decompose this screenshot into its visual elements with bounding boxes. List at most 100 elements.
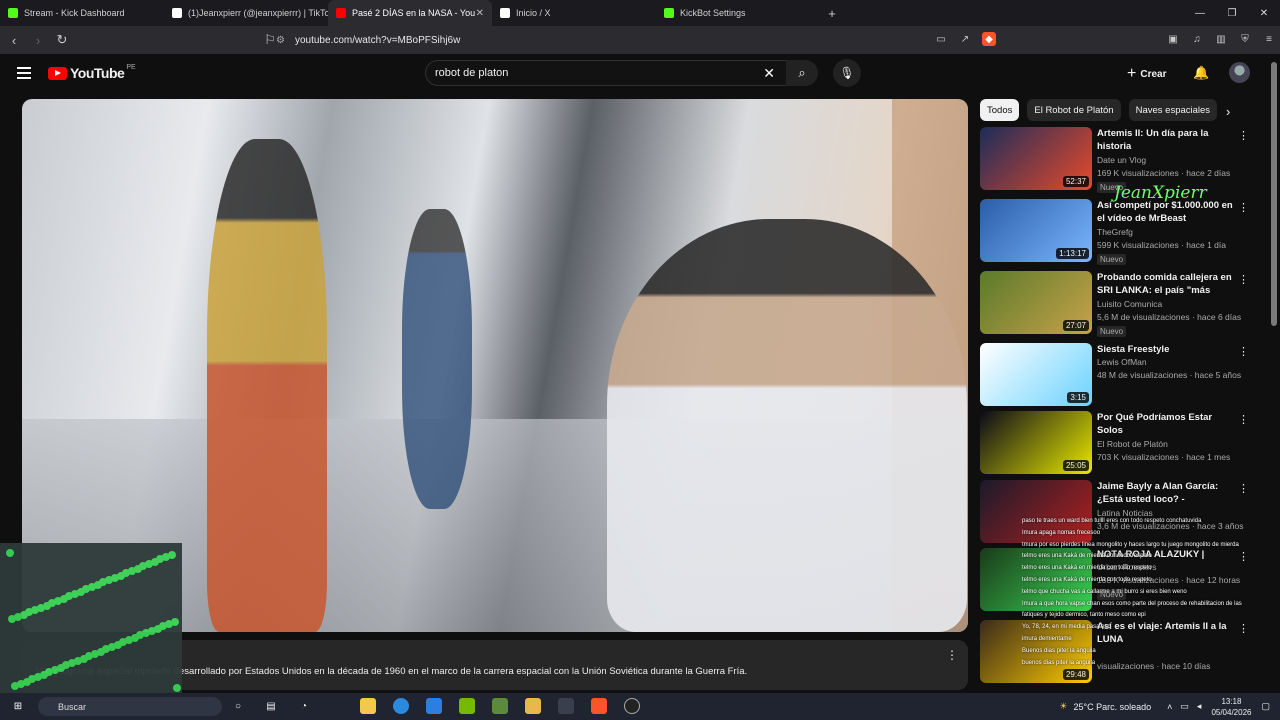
map-marker-icon xyxy=(62,661,70,669)
mail-icon[interactable] xyxy=(426,698,442,714)
youtube-logo[interactable]: YouTube PE xyxy=(48,63,136,81)
restore-button[interactable]: ❐ xyxy=(1216,0,1248,26)
more-options-icon[interactable]: ⋮ xyxy=(1238,273,1249,286)
browser-tab[interactable]: KickBot Settings xyxy=(656,0,820,26)
nvidia-icon[interactable] xyxy=(459,698,475,714)
more-options-icon[interactable]: ⋮ xyxy=(1238,129,1249,142)
sidebar-icon[interactable]: ▥ xyxy=(1214,32,1228,46)
vpn-icon[interactable]: ⛨ xyxy=(1238,32,1252,46)
store-icon[interactable] xyxy=(360,698,376,714)
browser-tab[interactable]: Inicio / X xyxy=(492,0,656,26)
media-icon[interactable]: ♫ xyxy=(1190,32,1204,46)
map-marker-icon xyxy=(25,608,33,616)
voice-search-button[interactable]: 🎙 xyxy=(833,59,861,87)
video-frame-person xyxy=(402,209,472,509)
kick-icon[interactable] xyxy=(558,698,574,714)
video-thumbnail[interactable]: 3:15 xyxy=(980,343,1092,406)
scrollbar[interactable] xyxy=(1271,62,1277,326)
new-tab-button[interactable]: + xyxy=(822,6,842,21)
brave-shield-icon[interactable]: ◆ xyxy=(982,32,996,46)
clear-search-icon[interactable]: ✕ xyxy=(763,65,775,82)
filter-chip[interactable]: Naves espaciales xyxy=(1128,99,1218,121)
search-input[interactable]: robot de platon ✕ xyxy=(425,60,788,86)
url-field[interactable]: ⚙ youtube.com/watch?v=MBoPFSihj6w xyxy=(276,29,1196,51)
browser-tab[interactable]: Pasé 2 DÍAS en la NASA - You ✕ xyxy=(328,0,492,26)
map-marker-icon xyxy=(45,668,53,676)
chips-next-icon[interactable]: › xyxy=(1226,104,1230,119)
more-options-icon[interactable]: ⋮ xyxy=(1238,201,1249,214)
tab-label: (1)Jeanxpierr (@jeanxpierrr) | TikTok xyxy=(188,8,328,18)
video-meta: 5,6 M de visualizaciones · hace 6 días xyxy=(1097,312,1242,322)
filter-chips: Todos El Robot de Platón Naves espaciales xyxy=(980,99,1246,121)
browser-tab[interactable]: (1)Jeanxpierr (@jeanxpierrr) | TikTok xyxy=(164,0,328,26)
country-code: PE xyxy=(126,63,136,71)
folder-icon[interactable] xyxy=(525,698,541,714)
video-title[interactable]: Probando comida callejera en SRI LANKA: … xyxy=(1097,271,1233,297)
volume-icon[interactable]: ◂ xyxy=(1197,701,1202,712)
clock[interactable]: 13:18 05/04/2026 xyxy=(1211,696,1251,718)
taskbar-search-input[interactable]: Buscar xyxy=(38,697,222,716)
channel-name[interactable]: Date un Vlog xyxy=(1097,155,1146,165)
url-text: youtube.com/watch?v=MBoPFSihj6w xyxy=(294,34,461,46)
recommendation-item[interactable]: 52:37 Artemis II: Un día para la historia… xyxy=(980,127,1249,193)
channel-name[interactable]: TheGrefg xyxy=(1097,227,1133,237)
close-window-button[interactable]: ✕ xyxy=(1248,0,1280,26)
video-title[interactable]: Artemis II: Un día para la historia xyxy=(1097,127,1233,153)
network-icon[interactable]: ▭ xyxy=(1180,701,1189,712)
more-options-icon[interactable]: ⋮ xyxy=(1238,345,1249,358)
obs-icon[interactable] xyxy=(624,698,640,714)
video-title[interactable]: Jaime Bayly a Alan García: ¿Está usted l… xyxy=(1097,480,1233,506)
recommendation-item[interactable]: 27:07 Probando comida callejera en SRI LA… xyxy=(980,271,1249,337)
forward-button[interactable]: › xyxy=(28,30,48,50)
filter-chip[interactable]: El Robot de Platón xyxy=(1027,99,1121,121)
notification-center-icon[interactable]: ▢ xyxy=(1261,701,1270,712)
filter-chip[interactable]: Todos xyxy=(980,99,1020,121)
cortana-icon[interactable]: ○ xyxy=(230,698,246,714)
video-title[interactable]: Siesta Freestyle xyxy=(1097,343,1233,356)
edge-icon[interactable] xyxy=(393,698,409,714)
close-tab-icon[interactable]: ✕ xyxy=(476,8,484,19)
tray-chevron-icon[interactable]: ˄ xyxy=(1167,702,1172,712)
hamburger-menu-icon[interactable] xyxy=(17,67,31,82)
clock-date: 05/04/2026 xyxy=(1211,707,1252,717)
site-info-icon[interactable]: ⚙ xyxy=(276,35,285,46)
minecraft-icon[interactable] xyxy=(492,698,508,714)
search-button[interactable]: ⌕ xyxy=(786,60,818,86)
chat-message: Yo, 78, 24, en mi media pasa eso xyxy=(1022,624,1111,631)
browser-tab[interactable]: Stream - Kick Dashboard xyxy=(0,0,164,26)
notifications-bell-icon[interactable]: 🔔 xyxy=(1193,65,1209,81)
reload-button[interactable]: ↻ xyxy=(52,30,72,50)
menu-icon[interactable]: ≡ xyxy=(1262,32,1276,46)
share-icon[interactable]: ↗ xyxy=(958,32,972,46)
create-button[interactable]: + Crear xyxy=(1127,63,1166,85)
video-thumbnail[interactable]: 52:37 xyxy=(980,127,1092,190)
windows-start-icon[interactable]: ⊞ xyxy=(10,699,26,715)
video-thumbnail[interactable]: 27:07 xyxy=(980,271,1092,334)
wallet-icon[interactable]: ▣ xyxy=(1166,32,1180,46)
recommendation-item[interactable]: 3:15 Siesta Freestyle Lewis OfMan 48 M de v… xyxy=(980,343,1249,407)
search-value: robot de platon xyxy=(435,67,509,79)
back-button[interactable]: ‹ xyxy=(4,30,24,50)
video-thumbnail[interactable]: 1:13:17 xyxy=(980,199,1092,262)
speedometer-icon[interactable]: ◔ xyxy=(296,698,312,714)
recommendation-item[interactable]: 25:05 Por Qué Podríamos Estar Solos El Rob… xyxy=(980,411,1249,475)
channel-name[interactable]: El Robot de Platón xyxy=(1097,439,1168,449)
more-options-icon[interactable]: ⋮ xyxy=(1238,413,1249,426)
cast-icon[interactable]: ▭ xyxy=(934,32,948,46)
more-options-icon[interactable]: ⋮ xyxy=(1238,482,1249,495)
video-title[interactable]: Por Qué Podríamos Estar Solos xyxy=(1097,411,1233,437)
map-marker-icon xyxy=(156,555,164,563)
minimize-button[interactable]: — xyxy=(1184,0,1216,26)
tab-label: Inicio / X xyxy=(516,8,551,18)
channel-name[interactable]: Luisito Comunica xyxy=(1097,299,1162,309)
channel-name[interactable]: Lewis OfMan xyxy=(1097,357,1147,367)
tab-label: Pasé 2 DÍAS en la NASA - You xyxy=(352,8,476,18)
video-thumbnail[interactable]: 25:05 xyxy=(980,411,1092,474)
brave-icon[interactable] xyxy=(591,698,607,714)
task-view-icon[interactable]: ▤ xyxy=(263,698,279,714)
avatar[interactable] xyxy=(1229,62,1250,83)
recommendation-item[interactable]: 1:13:17 Así competí por $1.000.000 en el … xyxy=(980,199,1249,265)
chat-message: paso te traes un ward bien tullll eres c… xyxy=(1022,518,1202,524)
weather-text[interactable]: 25°C Parc. soleado xyxy=(1073,702,1151,712)
more-options-icon[interactable]: ⋮ xyxy=(946,648,958,662)
